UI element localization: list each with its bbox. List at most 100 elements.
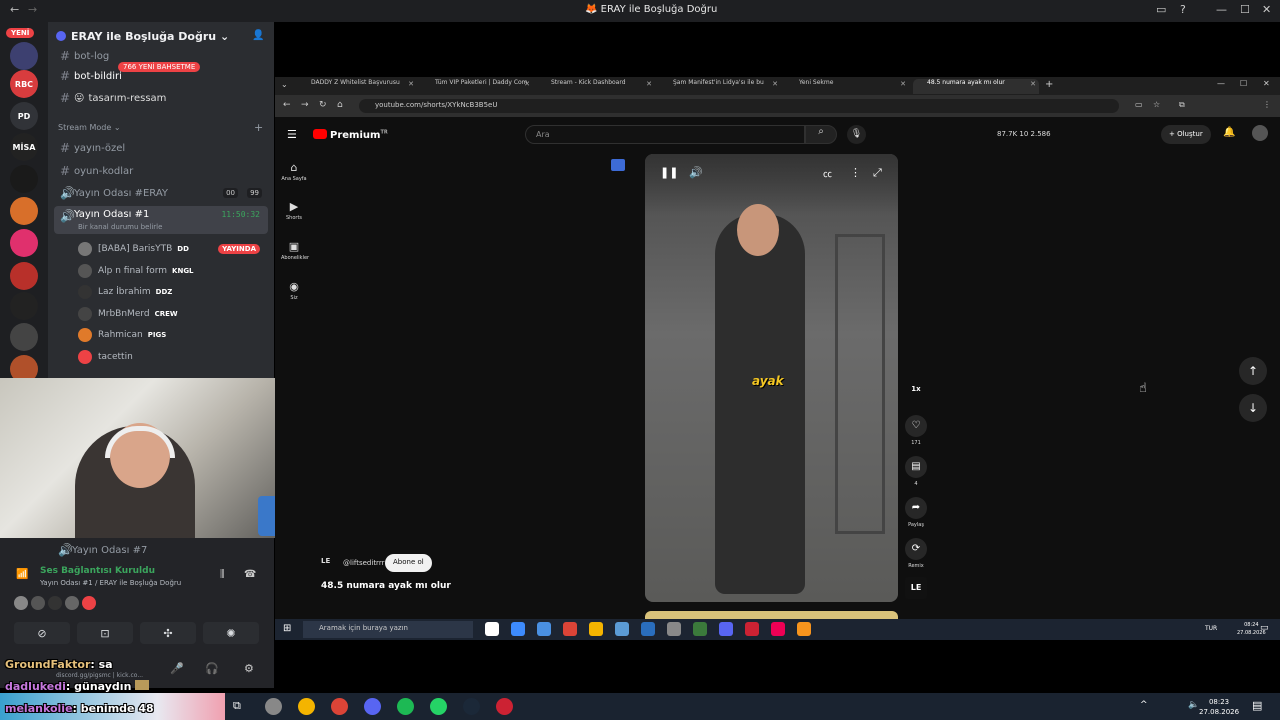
server-icon[interactable] — [10, 292, 38, 320]
taskbar-app-icon[interactable] — [615, 622, 629, 636]
forward-icon[interactable]: → — [301, 100, 309, 110]
voice-user[interactable]: tacettin — [78, 348, 268, 366]
discord-icon[interactable] — [364, 698, 381, 715]
extension-stats[interactable]: 87.7K 10 2.586 — [997, 130, 1051, 138]
taskbar-app-icon[interactable] — [745, 622, 759, 636]
add-member-icon[interactable]: 👤 — [252, 30, 264, 41]
voice-channel-7[interactable]: 🔊 Yayın Odası #7 — [52, 540, 252, 560]
home-icon[interactable]: ⌂ — [337, 100, 343, 110]
avatar[interactable] — [48, 596, 62, 610]
taskbar-app-icon[interactable] — [511, 622, 525, 636]
whatsapp-icon[interactable] — [430, 698, 447, 715]
taskbar-app-icon[interactable] — [771, 622, 785, 636]
taskbar-app-icon[interactable] — [485, 622, 499, 636]
channel-yayin-ozel[interactable]: # yayın-özel — [54, 138, 268, 158]
camera-off-button[interactable]: ⊘ — [14, 622, 70, 644]
channel-logo[interactable]: LE — [321, 557, 330, 565]
forward-arrow-icon[interactable]: → — [28, 3, 37, 16]
server-icon[interactable]: MİSA — [10, 133, 38, 161]
live-badge[interactable]: YAYINDA — [218, 244, 260, 254]
remix-button[interactable]: ⟳ Remix — [905, 538, 927, 569]
avatar[interactable] — [65, 596, 79, 610]
tab-search-icon[interactable]: ⌄ — [281, 80, 288, 89]
notifications-bell-icon[interactable]: 🔔 — [1223, 127, 1235, 138]
extension-badge-icon[interactable] — [611, 159, 625, 171]
voice-user[interactable]: MrbBnMerd CREW — [78, 305, 268, 323]
cast-icon[interactable]: ▭ — [1135, 100, 1143, 109]
channel-avatar-button[interactable]: LE — [905, 577, 927, 602]
browser-tab[interactable]: Tüm VIP Paketleri | Daddy Com ✕ — [421, 79, 533, 94]
youtube-search-input[interactable]: Ara — [525, 125, 805, 144]
chrome-icon[interactable] — [331, 698, 348, 715]
inner-taskbar-search[interactable]: Aramak için buraya yazın — [303, 621, 473, 638]
activities-button[interactable]: ✣ — [140, 622, 196, 644]
taskbar-app-icon[interactable] — [537, 622, 551, 636]
extensions-icon[interactable]: ⧉ — [1179, 100, 1185, 110]
server-icon[interactable] — [10, 197, 38, 225]
pause-icon[interactable]: ❚❚ — [660, 166, 678, 179]
taskbar-clock[interactable]: 08:23 27.08.2026 — [1199, 697, 1239, 717]
captions-icon[interactable]: ㏄ — [823, 167, 832, 180]
avatar[interactable] — [82, 596, 96, 610]
tab-close-icon[interactable]: ✕ — [646, 80, 652, 88]
soundboard-button[interactable]: ✺ — [203, 622, 259, 644]
taskbar-app-icon[interactable] — [667, 622, 681, 636]
subscribe-button[interactable]: Abone ol — [385, 554, 432, 572]
tray-chevron-icon[interactable]: ^ — [1140, 700, 1148, 710]
avatar[interactable] — [31, 596, 45, 610]
voice-search-button[interactable]: 🎙 — [847, 125, 866, 144]
server-icon[interactable]: PD — [10, 102, 38, 130]
next-short-button[interactable]: ↓ — [1239, 394, 1267, 422]
server-icon[interactable] — [10, 323, 38, 351]
voice-status-title[interactable]: Ses Bağlantısı Kuruldu — [40, 566, 155, 576]
close-icon[interactable]: ✕ — [1263, 79, 1270, 88]
fullscreen-icon[interactable]: ⤢ — [873, 166, 882, 180]
browser-tab[interactable]: DADDY Z Whitelist Başvurusu ✕ — [297, 79, 417, 94]
server-icon[interactable] — [10, 165, 38, 193]
server-icon[interactable] — [10, 42, 38, 70]
browser-tab[interactable]: Yeni Sekme ✕ — [785, 79, 909, 94]
taskbar-app-icon[interactable] — [589, 622, 603, 636]
channel-tasarim-ressam[interactable]: # 😛 tasarım-ressam — [54, 88, 268, 108]
inbox-icon[interactable]: ▭ — [1156, 3, 1166, 16]
server-icon[interactable] — [10, 229, 38, 257]
settings-gear-icon[interactable]: ⚙ — [244, 662, 254, 675]
maximize-icon[interactable]: ☐ — [1240, 79, 1247, 88]
voice-user[interactable]: Laz İbrahim DDZ — [78, 283, 268, 301]
taskbar-app-icon[interactable] — [797, 622, 811, 636]
share-button[interactable]: ➦ Paylaş — [905, 497, 927, 528]
voice-user[interactable]: [BABA] BarisYTB DD YAYINDA — [78, 240, 268, 258]
browser-tab[interactable]: Şam Manifest'in Lidya'sı ile bu ✕ — [659, 79, 781, 94]
steam-icon[interactable] — [463, 698, 480, 715]
signal-icon[interactable]: 📶 — [16, 569, 28, 580]
new-tab-icon[interactable]: + — [1045, 79, 1053, 90]
minimize-icon[interactable]: — — [1216, 3, 1227, 16]
file-explorer-icon[interactable] — [265, 698, 282, 715]
taskbar-app-icon[interactable] — [563, 622, 577, 636]
inner-notification-icon[interactable]: ▭ — [1260, 623, 1269, 633]
short-video-player[interactable]: ayak ❚❚ 🔊 ㏄ ⋮ ⤢ — [645, 154, 898, 602]
server-header[interactable]: ERAY ile Boşluğa Doğru ⌄ — [56, 30, 229, 43]
previous-short-button[interactable]: ↑ — [1239, 357, 1267, 385]
voice-user[interactable]: Alp n final form KNGL — [78, 262, 268, 280]
maximize-icon[interactable]: ☐ — [1240, 3, 1250, 16]
search-button[interactable]: ⌕ — [805, 125, 837, 144]
task-view-icon[interactable]: ⧉ — [233, 699, 241, 713]
create-button[interactable]: + Oluştur — [1161, 125, 1211, 144]
inner-language[interactable]: TUR — [1205, 625, 1217, 632]
guide-subscriptions[interactable]: ▣ Abonelikler — [281, 240, 309, 261]
playback-speed[interactable]: 1x — [905, 385, 927, 393]
browser-tab[interactable]: 48.5 numara ayak mı olur ✕ — [913, 79, 1039, 94]
tab-close-icon[interactable]: ✕ — [524, 80, 530, 88]
more-options-icon[interactable]: ⋮ — [850, 166, 861, 179]
server-icon[interactable]: RBC — [10, 70, 38, 98]
obs-icon[interactable] — [496, 698, 513, 715]
minimize-icon[interactable]: — — [1217, 79, 1225, 88]
guide-home[interactable]: ⌂ Ana Sayfa — [281, 161, 307, 182]
taskbar-app-icon[interactable] — [719, 622, 733, 636]
headphones-toggle-icon[interactable]: 🎧 — [205, 662, 219, 675]
reload-icon[interactable]: ↻ — [319, 100, 327, 110]
browser-tab[interactable]: Stream - Kick Dashboard ✕ — [537, 79, 655, 94]
voice-channel-1[interactable]: 🔊 Yayın Odası #1 11:50:32 Bir kanal durumu… — [54, 206, 268, 234]
spotify-icon[interactable] — [397, 698, 414, 715]
